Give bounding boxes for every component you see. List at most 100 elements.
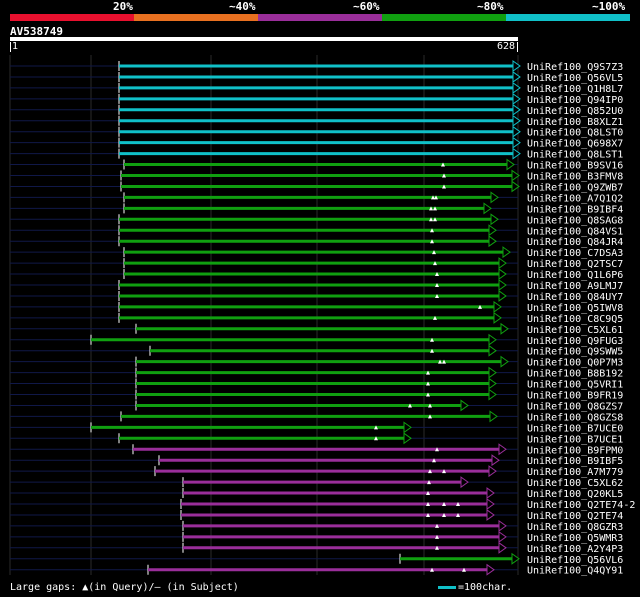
hit-label: UniRef100_Q9FUG3 <box>527 336 623 347</box>
hit-label: UniRef100_B3FMV8 <box>527 172 623 183</box>
hit-arrow <box>506 158 515 171</box>
hit-label: UniRef100_B7UCE1 <box>527 434 623 445</box>
scale-label-20: 20% <box>113 0 133 13</box>
identity-scale: 20% ~40% ~60% ~80% ~100% <box>0 0 640 26</box>
scale-segment-orange <box>134 14 258 21</box>
hit-label: UniRef100_C8C9Q5 <box>527 314 623 325</box>
hit-arrow <box>486 563 495 576</box>
hit-arrow <box>498 541 507 554</box>
hit-arrow <box>498 443 507 456</box>
hit-label: UniRef100_Q56VL6 <box>527 555 623 566</box>
hit-arrow <box>512 114 521 127</box>
scale-segment-green <box>382 14 506 21</box>
hit-arrow <box>490 213 499 226</box>
hit-label: UniRef100_Q9S7Z3 <box>527 62 623 73</box>
hit-label: UniRef100_A7Q1Q2 <box>527 193 623 204</box>
hit-arrow <box>498 519 507 532</box>
query-start: 1 <box>12 41 19 52</box>
hit-arrow <box>500 355 509 368</box>
query-end-tick <box>517 42 518 52</box>
scale-label-60: ~60% <box>353 0 380 13</box>
hit-label: UniRef100_Q8GZS7 <box>527 401 623 412</box>
hit-label: UniRef100_C7DSA3 <box>527 248 623 259</box>
hit-arrow <box>488 344 497 357</box>
hit-arrow <box>493 311 502 324</box>
hit-label: UniRef100_Q8GZS8 <box>527 412 623 423</box>
hit-arrow <box>486 508 495 521</box>
hit-arrow <box>502 246 511 259</box>
hit-arrow <box>486 487 495 500</box>
hit-label: UniRef100_B9IBF4 <box>527 204 623 215</box>
hit-arrow <box>512 92 521 105</box>
hit-arrow <box>491 454 500 467</box>
scale-legend: =100char. <box>438 582 512 593</box>
scale-segment-cyan <box>506 14 630 21</box>
hit-label: UniRef100_A7M779 <box>527 467 623 478</box>
hit-label: UniRef100_Q8GZR3 <box>527 522 623 533</box>
hit-arrow <box>403 421 412 434</box>
hit-arrow <box>493 300 502 313</box>
hit-label: UniRef100_B9IBF5 <box>527 456 623 467</box>
hit-label: UniRef100_Q84JR4 <box>527 237 623 248</box>
scale-label-40: ~40% <box>229 0 256 13</box>
hit-label: UniRef100_Q698X7 <box>527 139 623 150</box>
hit-label: UniRef100_Q9SWW5 <box>527 347 623 358</box>
hit-arrow <box>498 279 507 291</box>
hit-arrow <box>512 125 521 138</box>
hit-arrow <box>500 322 509 335</box>
hit-label: UniRef100_B8B192 <box>527 369 623 380</box>
hit-arrow <box>512 136 521 149</box>
scale-segment-purple <box>258 14 382 21</box>
hit-label: UniRef100_B8XLZ1 <box>527 117 623 128</box>
hit-label: UniRef100_B9SV16 <box>527 161 623 172</box>
hit-arrow <box>512 70 521 83</box>
hit-label: UniRef100_Q2TE74 <box>527 511 623 522</box>
hit-arrow <box>488 333 497 346</box>
hit-label: UniRef100_Q20KL5 <box>527 489 623 500</box>
scale-label-100: ~100% <box>592 0 626 13</box>
hit-label: UniRef100_C5XL62 <box>527 478 623 489</box>
large-gaps-note: Large gaps: ▲(in Query)/– (in Subject) <box>10 582 239 593</box>
hit-label: UniRef100_Q5IWV8 <box>527 303 623 314</box>
hit-label: UniRef100_B9FPM0 <box>527 445 623 456</box>
legend-text: =100char. <box>458 582 513 593</box>
hit-label: UniRef100_Q9ZWB7 <box>527 182 623 193</box>
hit-label: UniRef100_Q84UY7 <box>527 292 623 303</box>
alignment-chart: UniRef100_Q9S7Z3UniRef100_Q56VL5UniRef10… <box>9 55 635 577</box>
hit-label: UniRef100_Q5WMR3 <box>527 533 623 544</box>
hit-label: UniRef100_Q8LST0 <box>527 128 623 139</box>
hit-arrow <box>498 289 507 302</box>
legend-swatch <box>438 585 456 589</box>
hit-label: UniRef100_Q8SAG8 <box>527 215 623 226</box>
hit-arrow <box>488 377 497 390</box>
hit-arrow <box>512 81 521 94</box>
hit-arrow <box>498 268 507 281</box>
hit-label: UniRef100_A2Y4P3 <box>527 544 623 555</box>
hit-label: UniRef100_Q94IP0 <box>527 95 623 106</box>
hit-arrow <box>488 366 497 379</box>
scale-segment-red <box>10 14 134 21</box>
hit-arrow <box>460 399 469 412</box>
hit-label: UniRef100_Q2TE74-2 <box>527 500 635 511</box>
hit-label: UniRef100_A9LMJ7 <box>527 281 623 292</box>
query-bar <box>10 37 518 41</box>
hit-label: UniRef100_Q852U0 <box>527 106 623 117</box>
hit-label: UniRef100_Q4QY91 <box>527 566 623 577</box>
hit-label: UniRef100_B9FR19 <box>527 391 623 402</box>
scale-label-80: ~80% <box>477 0 504 13</box>
query-start-tick <box>10 42 11 52</box>
hit-arrow <box>490 191 499 204</box>
hit-arrow <box>512 147 521 160</box>
hit-arrow <box>498 257 507 270</box>
hit-arrow <box>488 224 497 237</box>
hit-arrow <box>486 498 495 510</box>
hit-label: UniRef100_Q1H8L7 <box>527 84 623 95</box>
hit-arrow <box>460 476 469 489</box>
hit-label: UniRef100_Q2TSC7 <box>527 259 623 270</box>
hit-arrow <box>483 202 492 215</box>
hit-label: UniRef100_Q84VS1 <box>527 226 623 237</box>
hit-label: UniRef100_Q1L6P6 <box>527 270 623 281</box>
hit-arrow <box>488 465 497 478</box>
hit-label: UniRef100_C5XL61 <box>527 325 623 336</box>
hit-arrow <box>488 235 497 248</box>
